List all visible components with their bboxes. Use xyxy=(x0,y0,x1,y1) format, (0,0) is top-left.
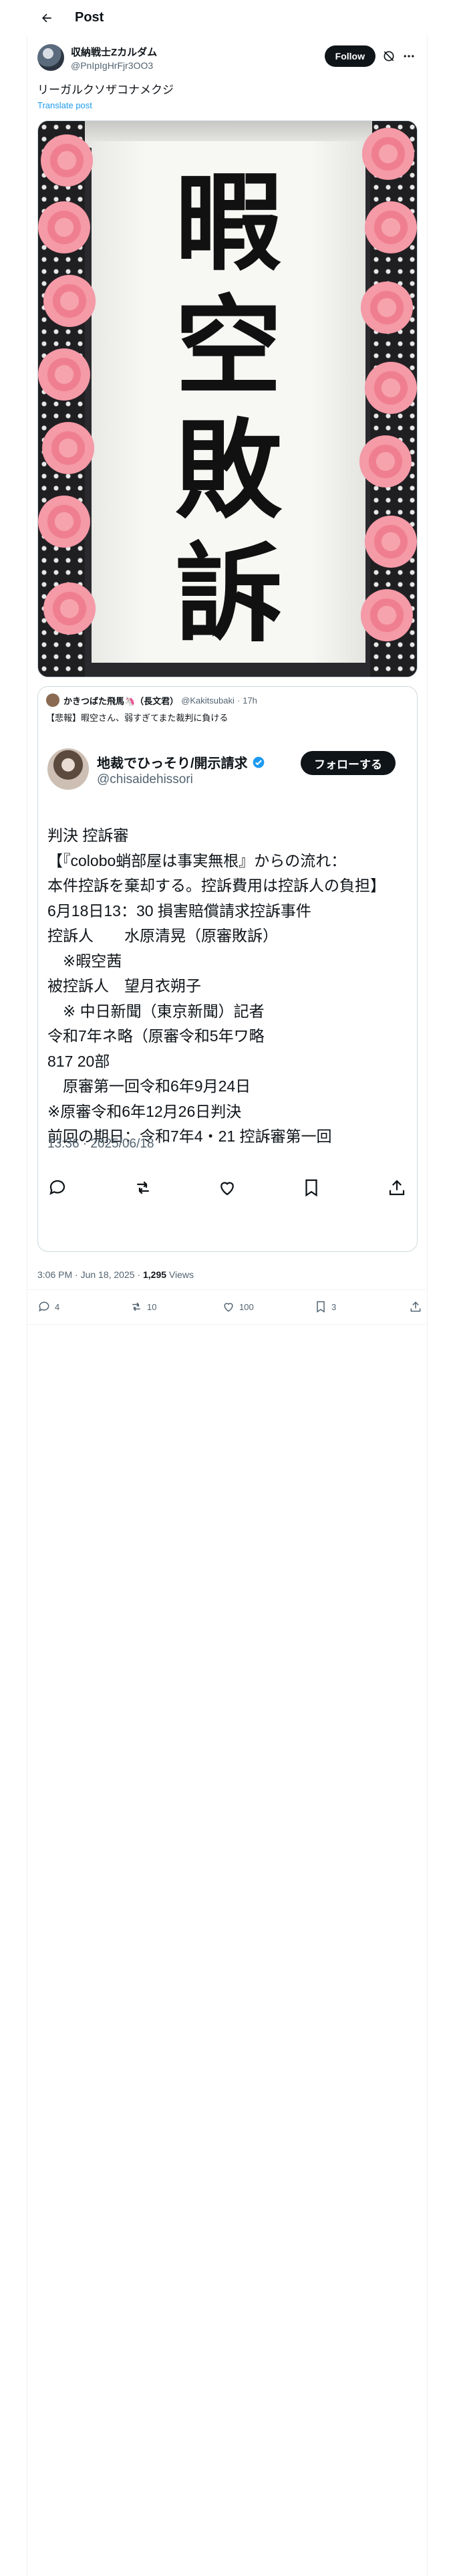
like-icon xyxy=(220,1182,234,1196)
share-button[interactable] xyxy=(409,1297,426,1316)
views-label: Views xyxy=(166,1269,194,1280)
follow-button[interactable]: Follow xyxy=(324,45,375,67)
divider xyxy=(27,1289,428,1290)
back-button[interactable] xyxy=(35,6,59,30)
reply-icon xyxy=(39,1301,49,1312)
quoted-author-handle: @Kakitsubaki xyxy=(181,695,235,706)
paper-flower xyxy=(365,201,417,253)
repost-icon xyxy=(137,1181,149,1194)
like-button[interactable]: 100 xyxy=(222,1297,254,1316)
reply-button[interactable]: 4 xyxy=(37,1297,59,1316)
repost-icon xyxy=(132,1302,140,1311)
embedded-screenshot: 地裁でひっそり/開示請求 @chisaidehissori フォローする 判決 … xyxy=(46,731,409,1246)
embedded-follow-button: フォローする xyxy=(301,751,396,775)
paper-flower xyxy=(41,134,93,187)
arrow-left-icon xyxy=(42,13,51,22)
like-count: 100 xyxy=(239,1301,254,1312)
embedded-author-name: 地裁でひっそり/開示請求 xyxy=(97,752,265,772)
embedded-post-text: 判決 控訴審 【『colobo蛸部屋は事実無根』からの流れ： 本件控訴を棄却する… xyxy=(47,827,386,1145)
calligraphy-char: 暇 xyxy=(174,160,282,286)
calligraphy-char: 訴 xyxy=(174,531,282,657)
author-handle[interactable]: @PnIpIgHrFjr3OO3 xyxy=(71,60,157,71)
reply-count: 4 xyxy=(55,1301,60,1312)
paper-flower xyxy=(43,582,96,635)
bookmark-icon xyxy=(317,1301,325,1313)
paper-flower xyxy=(43,275,96,327)
post-author: 収納戦士Zカルダム @PnIpIgHrFjr3OO3 Follow xyxy=(37,43,418,72)
paper-flower xyxy=(42,422,94,474)
separator-dot: · xyxy=(237,695,241,706)
more-icon[interactable] xyxy=(402,49,416,63)
verified-badge-icon xyxy=(253,756,264,768)
paper-flower xyxy=(361,282,413,334)
action-bar: 4 10 100 3 xyxy=(37,1297,428,1316)
bookmark-count: 3 xyxy=(331,1301,337,1312)
embedded-post-timestamp: 13:36 · 2025/06/18 xyxy=(47,1137,154,1151)
embedded-author-name-text: 地裁でひっそり/開示請求 xyxy=(97,756,248,771)
post-text: リーガルクソザコナメクジ xyxy=(37,84,174,96)
top-bar: Post xyxy=(27,0,428,35)
share-icon xyxy=(389,1180,405,1196)
post-meta: 3:06 PM · Jun 18, 2025 · 1,295 Views xyxy=(37,1269,194,1280)
paper-flower xyxy=(365,516,417,568)
quoted-post-text: 【悲報】暇空さん、弱すぎてまた裁判に負ける xyxy=(46,713,229,723)
embedded-author-handle: @chisaidehissori xyxy=(97,772,193,786)
translate-link[interactable]: Translate post xyxy=(37,100,92,110)
author-display-name[interactable]: 収納戦士Zカルダム xyxy=(71,45,157,59)
avatar xyxy=(47,748,89,790)
page-title: Post xyxy=(75,10,104,25)
quoted-post-time: 17h xyxy=(243,695,257,706)
embedded-author: 地裁でひっそり/開示請求 @chisaidehissori フォローする xyxy=(46,748,409,791)
repost-count: 10 xyxy=(147,1301,157,1312)
grok-icon[interactable] xyxy=(382,49,396,63)
bookmark-icon xyxy=(305,1179,317,1197)
paper-flower xyxy=(38,201,90,253)
paper-flower xyxy=(362,128,414,180)
calligraphy-char: 敗 xyxy=(174,407,282,533)
views-count: 1,295 xyxy=(142,1269,167,1280)
post-image[interactable]: 暇 空 敗 訴 xyxy=(37,120,418,677)
share-icon xyxy=(410,1301,421,1312)
reply-icon xyxy=(49,1180,65,1195)
embedded-action-bar xyxy=(47,1178,412,1202)
like-icon xyxy=(224,1303,233,1312)
paper-flower xyxy=(38,348,90,401)
calligraphy-char: 空 xyxy=(174,284,282,409)
quoted-post-header: かきつばた飛馬🦄（長文君） @Kakitsubaki · 17h xyxy=(46,693,257,707)
avatar xyxy=(46,693,59,707)
avatar[interactable] xyxy=(37,44,64,71)
paper-flower xyxy=(365,362,417,414)
paper-flower xyxy=(361,589,413,641)
quoted-post[interactable]: かきつばた飛馬🦄（長文君） @Kakitsubaki · 17h 【悲報】暇空さ… xyxy=(37,686,418,1252)
quoted-author-name: かきつばた飛馬🦄（長文君） xyxy=(63,695,179,706)
divider xyxy=(27,1324,428,1325)
bookmark-button[interactable]: 3 xyxy=(314,1297,336,1316)
repost-button[interactable]: 10 xyxy=(130,1297,156,1316)
paper-flower xyxy=(38,496,90,548)
calligraphy-text: 暇 空 敗 訴 xyxy=(132,161,325,656)
paper-flower xyxy=(359,435,412,488)
post-time[interactable]: 3:06 PM · Jun 18, 2025 · xyxy=(37,1269,143,1280)
